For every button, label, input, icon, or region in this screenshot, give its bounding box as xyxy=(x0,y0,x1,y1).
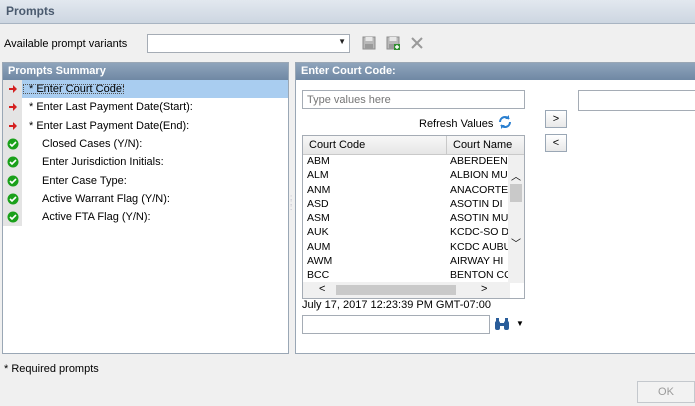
vertical-scrollbar[interactable]: ︿ ﹀ xyxy=(508,155,524,283)
prompts-list: * Enter Court Code: * Enter Last Payment… xyxy=(3,80,288,227)
prompt-item-jurisdiction[interactable]: Enter Jurisdiction Initials: xyxy=(3,153,288,172)
prompt-item-case-type[interactable]: Enter Case Type: xyxy=(3,171,288,190)
column-header-court-name[interactable]: Court Name xyxy=(447,136,518,154)
scroll-thumb[interactable] xyxy=(510,184,522,202)
refresh-icon xyxy=(497,114,513,133)
prompt-item-closed-cases[interactable]: Closed Cases (Y/N): xyxy=(3,134,288,154)
window-title: Prompts xyxy=(6,4,55,18)
chevron-right-icon[interactable]: > xyxy=(481,283,487,295)
check-icon xyxy=(3,134,22,154)
check-icon xyxy=(3,171,22,190)
save-as-icon[interactable] xyxy=(385,35,401,51)
table-row[interactable]: ALM ALBION MU xyxy=(303,169,524,183)
variants-dropdown[interactable]: ▼ xyxy=(147,34,350,53)
prompt-item-label: Closed Cases (Y/N): xyxy=(42,138,143,151)
cell-court-code: ANM xyxy=(307,183,331,196)
prompt-item-label: Enter Case Type: xyxy=(42,174,127,187)
check-icon xyxy=(3,189,22,209)
cell-court-name: ASOTIN DI xyxy=(450,197,503,210)
delete-icon[interactable] xyxy=(409,35,425,51)
table-row[interactable]: ASD ASOTIN DI xyxy=(303,198,524,212)
cell-court-code: ALM xyxy=(307,169,329,182)
add-value-button[interactable]: > xyxy=(545,110,567,128)
required-arrow-icon xyxy=(3,80,22,99)
splitter-handle[interactable]: ::: xyxy=(290,194,294,215)
prompts-summary-panel: Prompts Summary * Enter Court Code: * En… xyxy=(2,62,289,354)
variant-toolbar: Available prompt variants ▼ xyxy=(0,32,695,56)
prompt-item-fta-flag[interactable]: Active FTA Flag (Y/N): xyxy=(3,208,288,227)
save-icon[interactable] xyxy=(361,35,377,51)
chevron-left-icon[interactable]: < xyxy=(319,283,325,295)
required-prompts-note: * Required prompts xyxy=(4,363,99,375)
type-values-input[interactable] xyxy=(302,90,525,109)
cell-court-name: ASOTIN MU xyxy=(450,212,509,225)
cell-court-name: AIRWAY HI xyxy=(450,255,504,268)
prompts-summary-header: Prompts Summary xyxy=(3,63,288,80)
prompt-item-payment-end[interactable]: * Enter Last Payment Date(End): xyxy=(3,116,288,135)
grid-header: Court Code Court Name xyxy=(303,136,524,155)
cell-court-name: ALBION MU xyxy=(450,169,508,182)
cell-court-name: KCDC AUBU xyxy=(450,240,510,253)
prompt-item-label: Active FTA Flag (Y/N): xyxy=(42,211,151,224)
court-code-grid: Court Code Court Name ABM ABERDEEN ALM ALB… xyxy=(302,135,525,299)
search-options-chevron-icon[interactable]: ▼ xyxy=(516,319,524,328)
refresh-values-button[interactable]: Refresh Values xyxy=(419,114,513,133)
column-header-court-code[interactable]: Court Code xyxy=(303,136,447,154)
prompt-item-label: * Enter Last Payment Date(End): xyxy=(29,119,190,132)
cell-court-code: AUM xyxy=(307,240,331,253)
horizontal-scrollbar[interactable]: < > xyxy=(303,282,510,298)
prompt-detail-header: Enter Court Code: xyxy=(296,63,695,80)
table-row[interactable]: ABM ABERDEEN xyxy=(303,155,524,169)
cell-court-code: AWM xyxy=(307,255,333,268)
chevron-down-icon: ▼ xyxy=(338,37,346,46)
refresh-values-label: Refresh Values xyxy=(419,117,494,130)
table-row[interactable]: AUK KCDC-SO D xyxy=(303,226,524,240)
table-row[interactable]: ASM ASOTIN MU xyxy=(303,212,524,226)
search-input[interactable] xyxy=(302,315,490,334)
cell-court-code: AUK xyxy=(307,226,329,239)
table-row[interactable]: ANM ANACORTE xyxy=(303,184,524,198)
required-arrow-icon xyxy=(3,98,22,117)
cell-court-name: KCDC-SO D xyxy=(450,226,509,239)
chevron-up-icon[interactable]: ︿ xyxy=(511,168,521,183)
binoculars-icon[interactable] xyxy=(494,318,510,334)
prompt-item-label: * Enter Last Payment Date(Start): xyxy=(29,101,193,114)
cell-court-code: ASM xyxy=(307,212,330,225)
scroll-thumb[interactable] xyxy=(336,285,456,295)
cell-court-name: ABERDEEN xyxy=(450,155,508,167)
cell-court-code: ASD xyxy=(307,197,329,210)
prompt-item-payment-start[interactable]: * Enter Last Payment Date(Start): xyxy=(3,98,288,117)
cell-court-code: ABM xyxy=(307,155,330,167)
check-icon xyxy=(3,153,22,172)
chevron-down-icon[interactable]: ﹀ xyxy=(511,235,521,250)
prompt-item-court-code[interactable]: * Enter Court Code: xyxy=(3,80,288,99)
last-refresh-timestamp: July 17, 2017 12:23:39 PM GMT-07:00 xyxy=(302,299,491,311)
ok-button[interactable]: OK xyxy=(637,381,695,403)
variants-label: Available prompt variants xyxy=(4,38,128,50)
prompt-item-label: Enter Jurisdiction Initials: xyxy=(42,156,164,169)
prompt-item-label: Active Warrant Flag (Y/N): xyxy=(42,192,170,205)
table-row[interactable]: AWM AIRWAY HI xyxy=(303,255,524,269)
table-row[interactable]: AUM KCDC AUBU xyxy=(303,241,524,255)
prompt-item-warrant-flag[interactable]: Active Warrant Flag (Y/N): xyxy=(3,189,288,209)
prompt-item-label: * Enter Court Code: xyxy=(22,83,125,95)
prompt-detail-panel: Enter Court Code: Refresh Values Court C… xyxy=(295,62,695,354)
remove-value-button[interactable]: < xyxy=(545,134,567,152)
title-bar: Prompts xyxy=(0,0,695,24)
selected-values-box[interactable] xyxy=(578,90,695,111)
check-icon xyxy=(3,208,22,227)
cell-court-name: ANACORTE xyxy=(450,183,509,196)
required-arrow-icon xyxy=(3,116,22,135)
